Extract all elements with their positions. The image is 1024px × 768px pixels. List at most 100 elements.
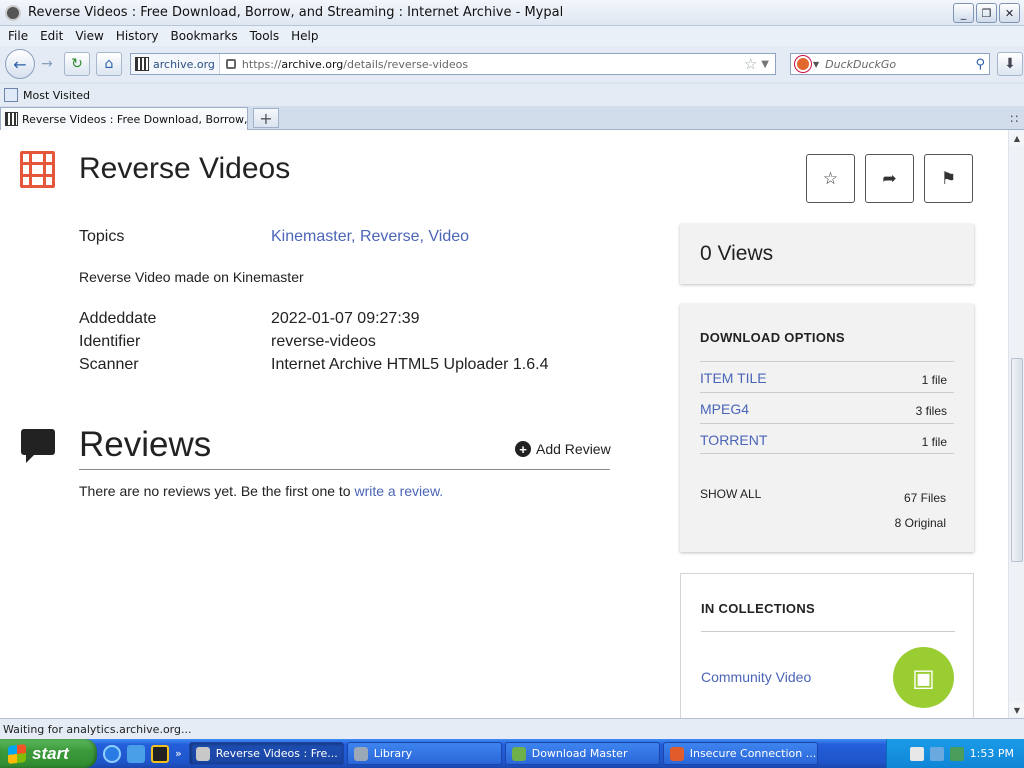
reviews-heading: Reviews (79, 425, 212, 464)
forward-button[interactable]: → (36, 53, 58, 75)
downloads-button[interactable]: ⬇ (997, 52, 1023, 76)
original-files-count[interactable]: 8 Original (895, 516, 946, 530)
menu-file[interactable]: File (2, 29, 34, 43)
download-arrow-icon: ⬇ (1004, 56, 1016, 72)
topics-list: Kinemaster, Reverse, Video (271, 228, 469, 246)
metadata-label: Scanner (79, 356, 139, 373)
minimize-button[interactable]: _ (953, 3, 974, 23)
start-button[interactable]: start (0, 739, 97, 768)
flag-icon: ⚑ (940, 168, 957, 189)
address-bar[interactable]: archive.org https://archive.org/details/… (130, 53, 776, 75)
clock[interactable]: 1:53 PM (970, 747, 1014, 760)
windows-logo-icon (8, 743, 26, 764)
mypal-task-icon (195, 746, 210, 761)
duckduckgo-icon[interactable] (795, 56, 811, 72)
start-label: start (32, 743, 69, 763)
tab-reverse-videos[interactable]: Reverse Videos : Free Download, Borrow, … (0, 107, 248, 130)
search-input[interactable]: DuckDuckGo (825, 58, 975, 71)
back-button[interactable]: ← (5, 49, 35, 79)
scroll-thumb[interactable] (1011, 358, 1023, 562)
bookmark-star-icon[interactable]: ☆ (744, 55, 757, 73)
no-reviews-text: There are no reviews yet. Be the first o… (79, 483, 443, 499)
format-file-count: 3 files (915, 404, 947, 418)
flag-button[interactable]: ⚑ (924, 154, 973, 203)
site-identity-button[interactable]: archive.org (131, 54, 220, 74)
bookmark-most-visited[interactable]: Most Visited (23, 89, 90, 102)
lock-icon (225, 59, 236, 69)
reviews-divider (79, 469, 610, 470)
window-title: Reverse Videos : Free Download, Borrow, … (28, 5, 564, 20)
history-dropdown-icon[interactable]: ▼ (761, 59, 769, 70)
url-path: /details/reverse-videos (343, 57, 469, 71)
topic-separator: , (351, 228, 360, 245)
format-file-count: 1 file (921, 373, 947, 387)
menu-edit[interactable]: Edit (34, 29, 69, 43)
page-title: Reverse Videos (79, 152, 291, 185)
total-files-count[interactable]: 67 Files (904, 491, 946, 505)
task-label: Library (373, 747, 413, 760)
add-review-button[interactable]: + Add Review (515, 441, 611, 457)
mypal-app-icon (5, 4, 21, 21)
metadata-label: Addeddate (79, 310, 157, 327)
write-review-link[interactable]: write a review. (354, 483, 443, 499)
search-bar[interactable]: ▼ DuckDuckGo ⚲ (790, 53, 990, 75)
scroll-down-icon[interactable]: ▼ (1009, 702, 1024, 718)
url-text[interactable]: https://archive.org/details/reverse-vide… (242, 58, 744, 71)
update-tray-icon[interactable] (949, 746, 964, 761)
task-reverse-videos[interactable]: Reverse Videos : Fre... (188, 742, 344, 765)
back-arrow-icon: ← (13, 54, 27, 74)
page-scrollbar[interactable]: ▲ ▼ (1008, 130, 1024, 718)
menu-bookmarks[interactable]: Bookmarks (165, 29, 244, 43)
task-insecure-connection[interactable]: Insecure Connection ... (662, 742, 818, 765)
maximize-button[interactable]: ❐ (976, 3, 997, 23)
metadata-value: Internet Archive HTML5 Uploader 1.6.4 (271, 356, 549, 373)
favorite-button[interactable]: ☆ (806, 154, 855, 203)
scroll-up-icon[interactable]: ▲ (1009, 130, 1024, 146)
menu-help[interactable]: Help (285, 29, 324, 43)
share-button[interactable]: ➦ (865, 154, 914, 203)
movie-film-icon (20, 151, 55, 188)
topic-link[interactable]: Reverse (360, 228, 420, 245)
home-icon: ⌂ (104, 56, 114, 72)
collection-link[interactable]: Community Video (701, 669, 811, 685)
menu-view[interactable]: View (69, 29, 109, 43)
task-download-master[interactable]: Download Master (504, 742, 660, 765)
archive-favicon-icon (5, 112, 18, 126)
search-icon[interactable]: ⚲ (975, 57, 985, 72)
topic-link[interactable]: Video (428, 228, 469, 245)
show-all-link[interactable]: SHOW ALL (700, 487, 761, 501)
add-review-label: Add Review (536, 441, 611, 457)
status-text: Waiting for analytics.archive.org... (3, 722, 192, 736)
format-link-torrent[interactable]: TORRENT (700, 432, 767, 448)
network-tray-icon[interactable] (929, 746, 944, 761)
menu-history[interactable]: History (110, 29, 165, 43)
download-options-panel: DOWNLOAD OPTIONS ITEM TILE 1 file MPEG4 … (680, 304, 974, 552)
tab-label: Reverse Videos : Free Download, Borrow, … (21, 112, 247, 126)
download-master-task-icon (511, 746, 526, 761)
tab-list-icon[interactable]: ∷ (1010, 112, 1018, 126)
views-counter: 0 Views (680, 224, 974, 284)
reload-button[interactable]: ↻ (64, 52, 90, 76)
star-icon: ☆ (822, 168, 839, 189)
community-video-icon[interactable]: ▣ (893, 647, 954, 708)
format-link-item-tile[interactable]: ITEM TILE (700, 370, 767, 386)
no-reviews-message: There are no reviews yet. Be the first o… (79, 483, 355, 499)
format-link-mpeg4[interactable]: MPEG4 (700, 401, 749, 417)
new-tab-button[interactable]: + (253, 108, 279, 128)
media-app-icon[interactable] (151, 744, 169, 763)
window-titlebar: Reverse Videos : Free Download, Borrow, … (0, 0, 1024, 26)
internet-explorer-icon[interactable] (103, 744, 121, 763)
close-button[interactable]: ✕ (999, 3, 1020, 23)
keyboard-tray-icon[interactable] (909, 746, 924, 761)
url-host: archive.org (281, 57, 344, 71)
task-library[interactable]: Library (346, 742, 502, 765)
share-icon: ➦ (882, 168, 897, 189)
menu-tools[interactable]: Tools (244, 29, 286, 43)
download-format-row: MPEG4 3 files (700, 392, 954, 423)
quick-launch-chevron-icon[interactable]: » (175, 747, 182, 760)
metadata-value: 2022-01-07 09:27:39 (271, 310, 420, 327)
search-engine-dropdown-icon[interactable]: ▼ (813, 60, 819, 69)
home-button[interactable]: ⌂ (96, 52, 122, 76)
quick-launch-icon[interactable] (127, 744, 145, 763)
topic-link[interactable]: Kinemaster (271, 228, 351, 245)
